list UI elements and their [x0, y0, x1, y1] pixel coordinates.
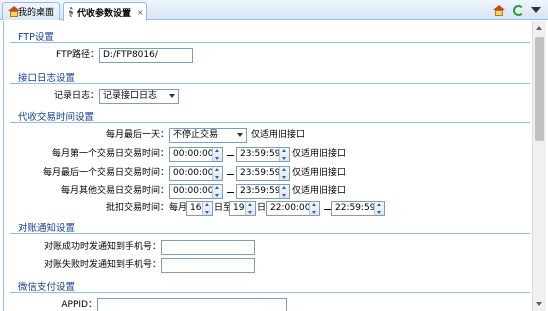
tab-home[interactable]: 我的桌面 [2, 2, 60, 20]
tab-menu-button[interactable] [529, 3, 543, 17]
last-trade-end-value: 23:59:59 [240, 168, 281, 178]
home-icon [8, 6, 20, 17]
home-icon [493, 4, 505, 16]
notify-fail-label: 对账失败时发通知到手机号： [43, 260, 161, 270]
last-day-value: 不停止交易 [173, 130, 219, 140]
old-api-note: 仅适用旧接口 [292, 186, 347, 196]
spinner-arrows[interactable] [245, 202, 255, 215]
scroll-up-button[interactable] [533, 21, 546, 35]
other-trade-start-value: 00:00:00 [173, 186, 214, 196]
section-divider [10, 122, 530, 123]
batch-end-spinner[interactable]: 22:59:59 [331, 201, 385, 216]
section-title-time: 代收交易时间设置 [18, 112, 95, 123]
spinner-arrows[interactable] [212, 148, 222, 161]
spinner-arrows[interactable] [212, 167, 222, 180]
chevron-down-icon [531, 7, 541, 13]
refresh-button[interactable] [511, 3, 525, 17]
notify-success-input[interactable] [161, 240, 255, 255]
tab-home-label: 我的桌面 [17, 8, 54, 18]
batch-day-suffix: 日 [257, 203, 267, 213]
appid-input[interactable] [97, 298, 287, 311]
refresh-icon [512, 4, 524, 16]
section-title-log: 接口日志设置 [18, 73, 76, 84]
last-trade-end-spinner[interactable]: 23:59:59 [236, 166, 290, 181]
tab-collection-settings-label: 代收参数设置 [77, 8, 132, 19]
other-trade-start-spinner[interactable]: 00:00:00 [169, 184, 223, 199]
batch-start-value: 22:00:00 [270, 203, 311, 213]
old-api-note: 仅适用旧接口 [292, 168, 347, 178]
chevron-down-icon [169, 94, 175, 98]
section-title-notify: 对账通知设置 [18, 223, 76, 234]
appid-label: APPID： [61, 300, 97, 310]
scrollbar-thumb[interactable] [535, 37, 544, 141]
batch-month-text: 每月 [169, 203, 188, 213]
close-tab-button[interactable]: × [137, 8, 144, 17]
batch-day-to-value: 19 [233, 203, 245, 213]
other-trade-time-label: 每月其他交易日交易时间： [60, 186, 169, 196]
batch-day-from-value: 16 [190, 203, 202, 213]
spinner-arrows[interactable] [309, 202, 319, 215]
batch-day-to-spinner[interactable]: 19 [229, 201, 256, 216]
spinner-arrows[interactable] [202, 202, 212, 215]
last-day-label: 每月最后一天： [105, 130, 169, 140]
chevron-down-icon [237, 133, 243, 137]
batch-start-spinner[interactable]: 22:00:00 [266, 201, 320, 216]
first-trade-start-value: 00:00:00 [173, 149, 214, 159]
range-dash [324, 209, 331, 210]
tab-collection-settings[interactable]: 代收参数设置 × [63, 2, 147, 21]
first-trade-end-spinner[interactable]: 23:59:59 [236, 147, 290, 162]
record-log-value: 记录接口日志 [103, 91, 158, 101]
range-dash [227, 192, 234, 193]
notify-fail-input[interactable] [161, 258, 255, 273]
section-divider [10, 292, 530, 293]
spinner-arrows[interactable] [279, 185, 289, 198]
scroll-down-button[interactable] [533, 297, 546, 311]
first-trade-start-spinner[interactable]: 00:00:00 [169, 147, 223, 162]
spinner-arrows[interactable] [374, 202, 384, 215]
last-trade-time-label: 每月最后一个交易日交易时间： [42, 168, 169, 178]
range-dash [227, 155, 234, 156]
vertical-scrollbar[interactable] [532, 21, 546, 311]
notify-success-label: 对账成功时发通知到手机号： [43, 242, 161, 252]
first-trade-time-label: 每月第一个交易日交易时间： [51, 149, 169, 159]
arrow-down-icon [536, 302, 542, 306]
first-trade-end-value: 23:59:59 [240, 149, 281, 159]
section-divider [10, 42, 530, 43]
other-trade-end-spinner[interactable]: 23:59:59 [236, 184, 290, 199]
last-trade-start-spinner[interactable]: 00:00:00 [169, 166, 223, 181]
gear-icon [69, 7, 73, 17]
ftp-path-input[interactable]: D:/FTP8016/ [99, 48, 193, 63]
old-api-note: 仅适用旧接口 [292, 149, 347, 159]
section-divider [10, 233, 530, 234]
spinner-arrows[interactable] [279, 148, 289, 161]
batch-day-from-spinner[interactable]: 16 [186, 201, 213, 216]
section-title-wechat: 微信支付设置 [18, 282, 76, 293]
section-divider [10, 83, 530, 84]
settings-panel: FTP设置 FTP路径： D:/FTP8016/ 接口日志设置 记录日志： 记录… [3, 21, 532, 311]
spinner-arrows[interactable] [279, 167, 289, 180]
last-day-select[interactable]: 不停止交易 [169, 128, 247, 143]
tab-bar: 我的桌面 代收参数设置 × [0, 0, 548, 21]
last-trade-start-value: 00:00:00 [173, 168, 214, 178]
home-button[interactable] [492, 3, 506, 17]
batch-end-value: 22:59:59 [335, 203, 376, 213]
section-title-ftp: FTP设置 [18, 32, 54, 43]
other-trade-end-value: 23:59:59 [240, 186, 281, 196]
record-log-select[interactable]: 记录接口日志 [99, 89, 179, 104]
arrow-up-icon [536, 26, 542, 30]
batch-time-label: 批扣交易时间： [105, 203, 169, 213]
spinner-arrows[interactable] [212, 185, 222, 198]
ftp-path-label: FTP路径： [56, 50, 99, 60]
range-dash [227, 174, 234, 175]
record-log-label: 记录日志： [53, 91, 99, 101]
old-api-note: 仅适用旧接口 [251, 130, 306, 140]
